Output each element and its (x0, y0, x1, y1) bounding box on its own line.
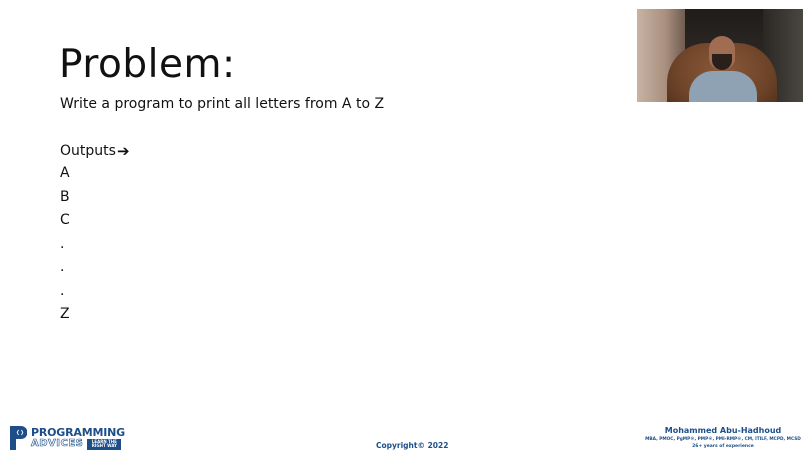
programming-advices-logo: PROGRAMMING ADVICES LEARN THE RIGHT WAY (9, 424, 125, 452)
output-item: B (60, 188, 70, 205)
presenter-credentials: MBA, PMOC, PgMP®, PMP®, PMI-RMP®, CM, IT… (645, 437, 801, 442)
presenter-experience: 26+ years of experience (692, 444, 754, 449)
logo-bottom-row: ADVICES LEARN THE RIGHT WAY (31, 438, 125, 450)
logo-p-icon (10, 426, 27, 450)
presenter-name: Mohammed Abu-Hadhoud (664, 426, 782, 435)
problem-statement: Write a program to print all letters fro… (60, 96, 385, 112)
webcam-presenter-body (689, 71, 757, 102)
presenter-info: Mohammed Abu-Hadhoud MBA, PMOC, PgMP®, P… (643, 425, 803, 450)
logo-tagline: LEARN THE RIGHT WAY (87, 438, 122, 450)
output-item: C (60, 212, 70, 228)
outputs-heading: Outputs ➔ (60, 141, 130, 161)
output-item: . (60, 235, 65, 252)
logo-text: PROGRAMMING ADVICES LEARN THE RIGHT WAY (31, 427, 125, 450)
outputs-label: Outputs (60, 143, 116, 159)
arrow-right-icon: ➔ (116, 142, 130, 160)
output-item: Z (60, 306, 70, 322)
output-item: . (60, 259, 65, 275)
logo-advices: ADVICES (31, 438, 84, 449)
output-item: A (60, 165, 70, 181)
presenter-webcam-video (637, 9, 803, 102)
presentation-slide: Problem: Write a program to print all le… (0, 0, 811, 457)
copyright-text: Copyright© 2022 (376, 441, 449, 450)
output-item: . (60, 282, 65, 299)
slide-title: Problem: (59, 42, 236, 87)
logo-programming: PROGRAMMING (31, 425, 125, 439)
output-list: A B C . . . Z (60, 163, 70, 328)
